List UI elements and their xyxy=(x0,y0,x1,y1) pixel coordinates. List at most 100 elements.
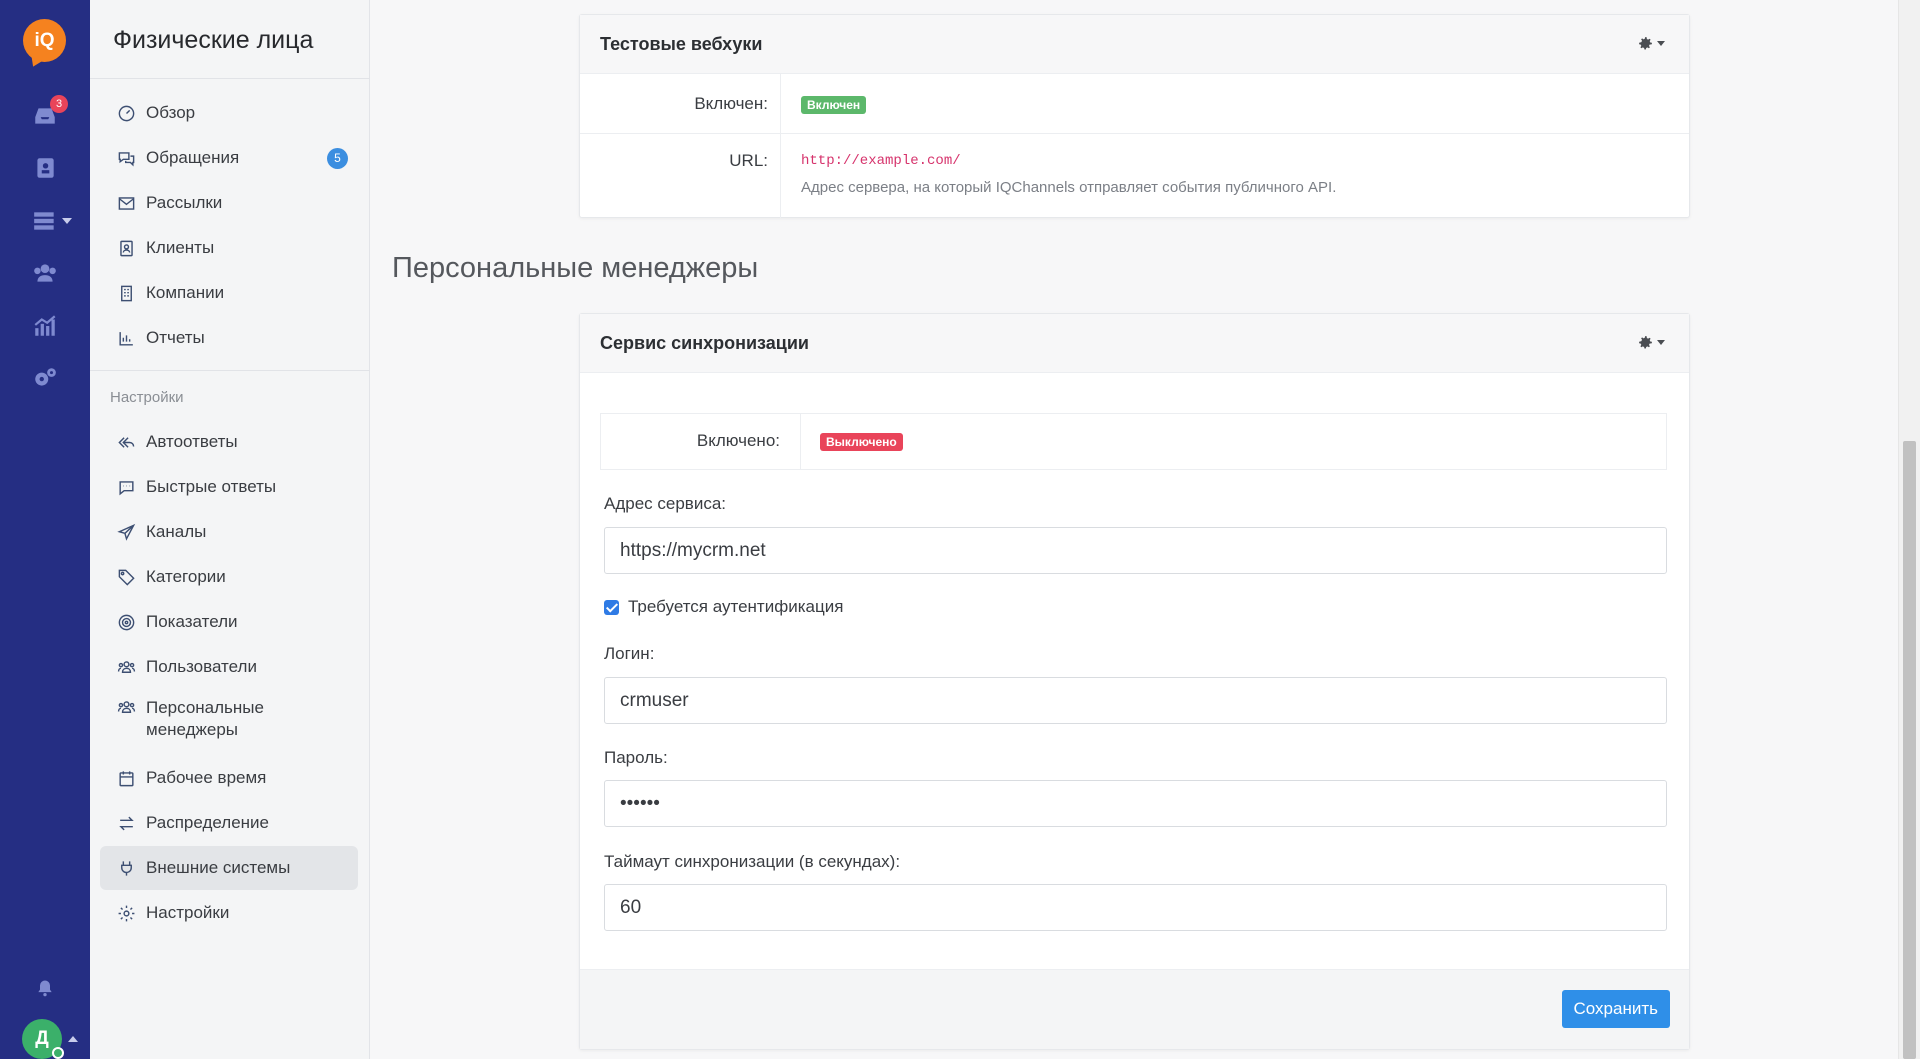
sidebar-item-label: Автоответы xyxy=(146,432,238,451)
envelope-icon xyxy=(116,193,137,214)
app-rail: iQ 3 Д xyxy=(0,0,90,1059)
records-menu-icon[interactable] xyxy=(28,206,72,236)
online-status-dot xyxy=(52,1047,64,1059)
sidebar-item-companies[interactable]: Компании xyxy=(100,271,358,315)
column-divider xyxy=(780,74,781,218)
sidebar-item-label: Отчеты xyxy=(146,328,205,347)
sidebar-item-label: Рабочее время xyxy=(146,768,267,787)
sidebar-item-label: Каналы xyxy=(146,522,207,541)
password-input[interactable]: •••••• xyxy=(604,780,1667,827)
login-label: Логин: xyxy=(604,644,655,663)
timeout-input[interactable]: 60 xyxy=(604,884,1667,931)
password-label: Пароль: xyxy=(604,748,668,767)
sync-card-header: Сервис синхронизации xyxy=(580,314,1689,373)
save-button[interactable]: Сохранить xyxy=(1561,990,1670,1028)
bell-icon[interactable] xyxy=(28,973,62,1003)
sidebar-item-label: Быстрые ответы xyxy=(146,477,277,496)
paper-plane-icon xyxy=(116,522,137,543)
sidebar-item-label: Обзор xyxy=(146,103,196,122)
sidebar-divider xyxy=(90,78,370,79)
webhooks-card: Тестовые вебхуки Включен: Включен URL: h… xyxy=(579,14,1690,218)
sidebar-item-overview[interactable]: Обзор xyxy=(100,91,358,135)
avatar-initial: Д xyxy=(35,1028,49,1049)
timeout-label: Таймаут синхронизации (в секундах): xyxy=(604,852,901,871)
sync-card-title: Сервис синхронизации xyxy=(600,332,809,353)
inbox-badge: 3 xyxy=(50,95,68,113)
sidebar-item-label: Настройки xyxy=(146,903,230,922)
service-address-input[interactable]: https://mycrm.net xyxy=(604,527,1667,574)
sidebar-item-label: Обращения xyxy=(146,148,240,167)
plug-icon xyxy=(116,858,137,879)
user-avatar[interactable]: Д xyxy=(22,1019,64,1059)
webhook-enabled-label: Включен: xyxy=(694,94,768,113)
sidebar-item-settings[interactable]: Настройки xyxy=(100,891,358,935)
main-content: Тестовые вебхуки Включен: Включен URL: h… xyxy=(371,0,1898,1059)
sidebar-item-metrics[interactable]: Показатели xyxy=(100,600,358,644)
sidebar-item-reports[interactable]: Отчеты xyxy=(100,316,358,360)
section-title-personal-managers: Персональные менеджеры xyxy=(392,252,759,284)
sidebar-item-clients[interactable]: Клиенты xyxy=(100,226,358,270)
chat-bubbles-icon xyxy=(116,148,137,169)
reply-all-icon xyxy=(116,432,137,453)
auth-required-label[interactable]: Требуется аутентификация xyxy=(628,597,843,617)
sidebar-item-personal-managers[interactable]: Персональные менеджеры xyxy=(100,690,358,744)
inbox-icon[interactable]: 3 xyxy=(28,95,68,131)
sidebar-item-channels[interactable]: Каналы xyxy=(100,510,358,554)
building-icon xyxy=(116,283,137,304)
tags-icon xyxy=(116,567,137,588)
sidebar-item-users[interactable]: Пользователи xyxy=(100,645,358,689)
target-icon xyxy=(116,612,137,633)
sidebar: Физические лица Обзор Обращения 5 Рассыл… xyxy=(90,0,370,1059)
sidebar-item-autoreplies[interactable]: Автоответы xyxy=(100,420,358,464)
sidebar-item-categories[interactable]: Категории xyxy=(100,555,358,599)
chevron-down-icon xyxy=(62,218,72,224)
sidebar-item-label: Персональные менеджеры xyxy=(146,698,264,739)
chevron-up-icon[interactable] xyxy=(68,1036,78,1042)
sidebar-item-label: Внешние системы xyxy=(146,858,291,877)
login-input[interactable]: crmuser xyxy=(604,677,1667,724)
sidebar-item-external-systems[interactable]: Внешние системы xyxy=(100,846,358,890)
scrollbar-thumb[interactable] xyxy=(1903,441,1916,1059)
analytics-icon[interactable] xyxy=(28,311,62,341)
sync-enabled-label: Включено: xyxy=(696,431,780,450)
auth-required-checkbox[interactable] xyxy=(604,600,619,615)
sidebar-item-label: Пользователи xyxy=(146,657,257,676)
column-divider xyxy=(800,414,801,469)
speech-bubble-icon xyxy=(116,477,137,498)
webhooks-card-header: Тестовые вебхуки xyxy=(580,15,1689,74)
gear-icon xyxy=(1639,336,1652,349)
sync-enabled-row: Включено: Выключено xyxy=(600,413,1667,470)
chevron-down-icon xyxy=(1657,41,1665,46)
users-icon xyxy=(116,657,137,678)
webhooks-settings-dropdown[interactable] xyxy=(1637,35,1665,52)
sidebar-divider xyxy=(90,370,370,371)
sidebar-item-label: Рассылки xyxy=(146,193,223,212)
settings-gears-icon[interactable] xyxy=(28,363,62,393)
row-divider xyxy=(580,133,1689,134)
webhook-url-value: http://example.com/ xyxy=(801,153,961,169)
app-logo[interactable]: iQ xyxy=(23,19,66,62)
page-scrollbar[interactable] xyxy=(1898,0,1920,1059)
sync-settings-dropdown[interactable] xyxy=(1637,334,1665,351)
sidebar-item-quick-replies[interactable]: Быстрые ответы xyxy=(100,465,358,509)
sidebar-item-working-hours[interactable]: Рабочее время xyxy=(100,756,358,800)
contact-card-icon xyxy=(116,238,137,259)
gear-icon xyxy=(1639,37,1652,50)
webhook-status-badge: Включен xyxy=(801,96,867,114)
sync-service-card: Сервис синхронизации Включено: Выключено… xyxy=(579,313,1690,1050)
calendar-icon xyxy=(116,768,137,789)
webhook-url-help: Адрес сервера, на который IQChannels отп… xyxy=(801,179,1337,196)
users-group-icon[interactable] xyxy=(28,258,62,288)
dashboard-gauge-icon xyxy=(116,103,137,124)
chevron-down-icon xyxy=(1657,340,1665,345)
service-address-label: Адрес сервиса: xyxy=(604,494,727,513)
sidebar-item-requests[interactable]: Обращения 5 xyxy=(100,136,358,180)
sidebar-item-mailings[interactable]: Рассылки xyxy=(100,181,358,225)
users-icon xyxy=(116,697,137,718)
requests-count-badge: 5 xyxy=(327,148,348,169)
sidebar-title: Физические лица xyxy=(113,26,314,54)
contacts-icon[interactable] xyxy=(28,153,62,183)
sync-card-footer: Сохранить xyxy=(580,969,1689,1049)
sidebar-item-distribution[interactable]: Распределение xyxy=(100,801,358,845)
sidebar-item-label: Категории xyxy=(146,567,226,586)
